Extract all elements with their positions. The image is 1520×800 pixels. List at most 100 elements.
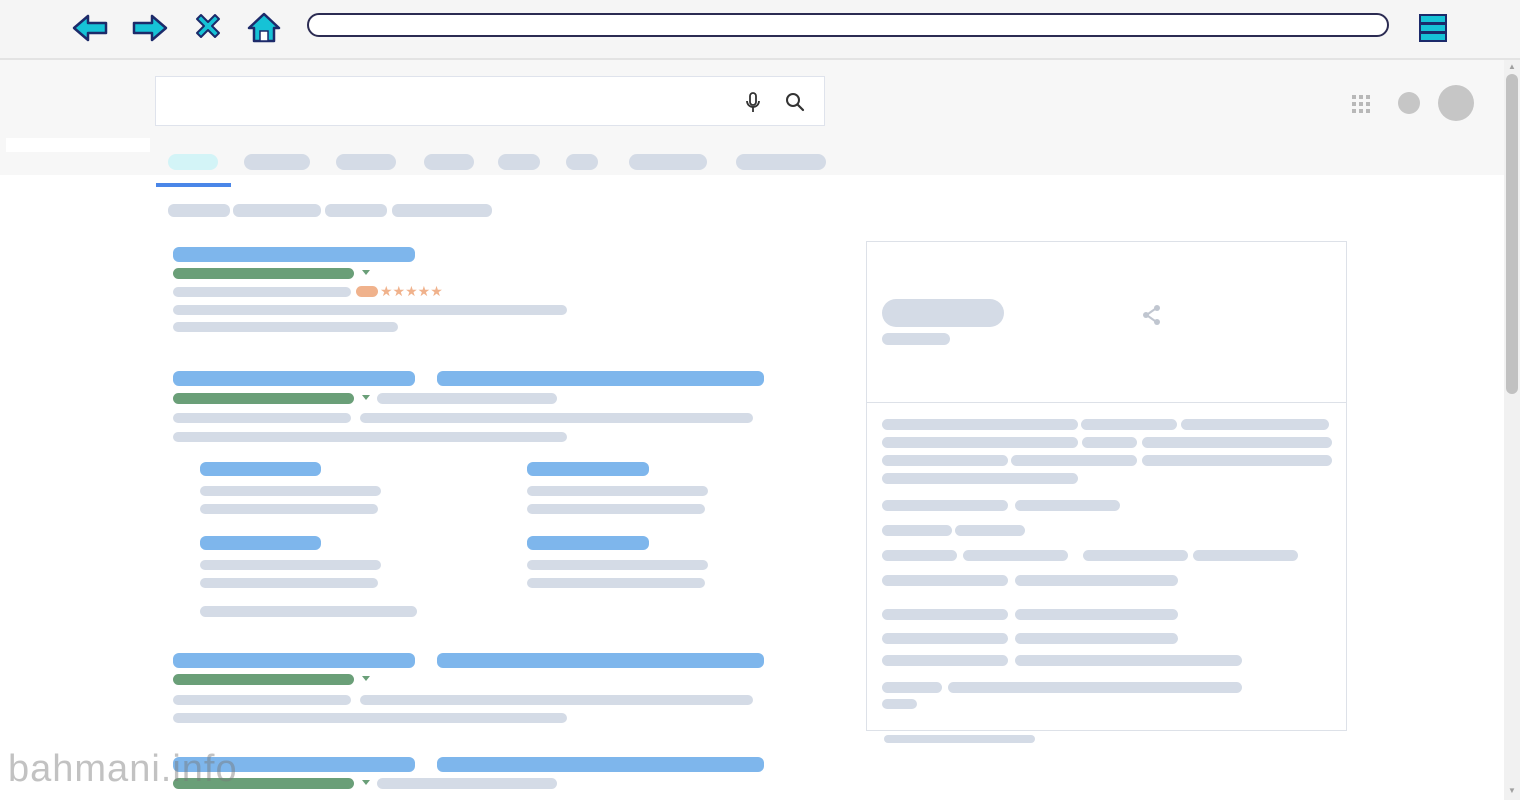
kp-fact-label [882,633,1008,644]
result-snippet [360,695,753,705]
kp-description [1142,455,1332,466]
kp-fact-label [882,500,1008,511]
kp-fact-value [1083,550,1188,561]
url-dropdown-icon[interactable] [361,394,371,402]
result-breadcrumb [377,393,557,404]
result-url[interactable] [173,268,354,279]
kp-fact-value [1015,633,1178,644]
forward-arrow-icon [132,14,168,42]
result-snippet [173,432,567,442]
logo-placeholder [6,138,150,152]
tab-8[interactable] [736,154,826,170]
url-dropdown-icon[interactable] [361,269,371,277]
tab-7[interactable] [629,154,707,170]
kp-description [1081,419,1177,430]
result-snippet [173,413,351,423]
microphone-icon[interactable] [744,91,762,115]
scroll-up-icon[interactable]: ▲ [1506,62,1518,72]
search-box[interactable] [155,76,825,126]
kp-fact-value [955,525,1025,536]
active-tab-indicator [156,183,231,187]
close-x-icon [196,14,220,38]
kp-feedback-link[interactable] [884,735,1035,743]
kp-description [1142,437,1332,448]
tab-3[interactable] [336,154,396,170]
kp-description [1082,437,1137,448]
knowledge-panel [866,241,1347,731]
rating-badge [356,286,378,297]
sitelink-desc [200,578,378,588]
result-title-link[interactable] [173,653,415,668]
apps-grid-icon[interactable] [1351,94,1371,114]
tab-5[interactable] [498,154,540,170]
sitelink-desc [527,504,705,514]
result-url[interactable] [173,393,354,404]
result-title-link[interactable] [437,653,764,668]
kp-subtitle [882,333,950,345]
tab-4[interactable] [424,154,474,170]
kp-title [882,299,1004,327]
tab-6[interactable] [566,154,598,170]
more-results-link[interactable] [200,606,417,617]
result-snippet [360,413,753,423]
kp-fact-label [882,575,1008,586]
back-button[interactable] [72,10,108,46]
browser-toolbar [0,0,1520,60]
sitelink-desc [200,560,381,570]
menu-button[interactable] [1415,10,1451,46]
result-title-link[interactable] [437,371,764,386]
sitelink[interactable] [527,462,649,476]
kp-fact-value [1015,609,1178,620]
forward-button[interactable] [132,10,168,46]
kp-description [1011,455,1137,466]
back-arrow-icon [72,14,108,42]
result-title-link[interactable] [437,757,764,772]
stop-button[interactable] [190,10,226,46]
url-dropdown-icon[interactable] [361,675,371,683]
result-url[interactable] [173,674,354,685]
url-dropdown-icon[interactable] [361,779,371,787]
result-snippet [173,695,351,705]
kp-fact-value [882,699,917,709]
tab-all[interactable] [168,154,218,170]
sitelink-desc [527,486,708,496]
kp-description [882,419,1078,430]
search-icon[interactable] [784,91,806,113]
rating-stars: ★★★★★ [380,283,443,299]
share-icon[interactable] [1141,304,1163,326]
sitelink-desc [527,578,705,588]
notification-dot-icon[interactable] [1398,92,1420,114]
kp-fact-value [963,550,1068,561]
result-snippet [173,305,567,315]
kp-description [882,473,1078,484]
results-stats [168,204,230,217]
search-input[interactable] [172,89,736,115]
sitelink[interactable] [200,536,321,550]
scroll-down-icon[interactable]: ▼ [1506,786,1518,796]
kp-fact-value [1015,655,1242,666]
sitelink[interactable] [200,462,321,476]
sitelink-desc [200,486,381,496]
home-button[interactable] [246,10,282,46]
result-snippet [173,322,398,332]
kp-fact-label [882,655,1008,666]
sitelink[interactable] [527,536,649,550]
result-snippet [173,713,567,723]
kp-fact-label [882,609,1008,620]
sitelink-desc [200,504,378,514]
result-title-link[interactable] [173,371,415,386]
avatar[interactable] [1438,85,1474,121]
scrollbar-thumb[interactable] [1506,74,1518,394]
address-input[interactable] [323,15,1377,37]
address-bar[interactable] [307,13,1389,37]
kp-fact-value [948,682,1242,693]
kp-description [1181,419,1329,430]
kp-description [882,437,1078,448]
kp-fact-value [1015,500,1120,511]
result-snippet [173,287,351,297]
result-breadcrumb [377,778,557,789]
tab-2[interactable] [244,154,310,170]
kp-fact-label [882,682,942,693]
watermark: bahmani.info [8,748,238,790]
result-title-link[interactable] [173,247,415,262]
